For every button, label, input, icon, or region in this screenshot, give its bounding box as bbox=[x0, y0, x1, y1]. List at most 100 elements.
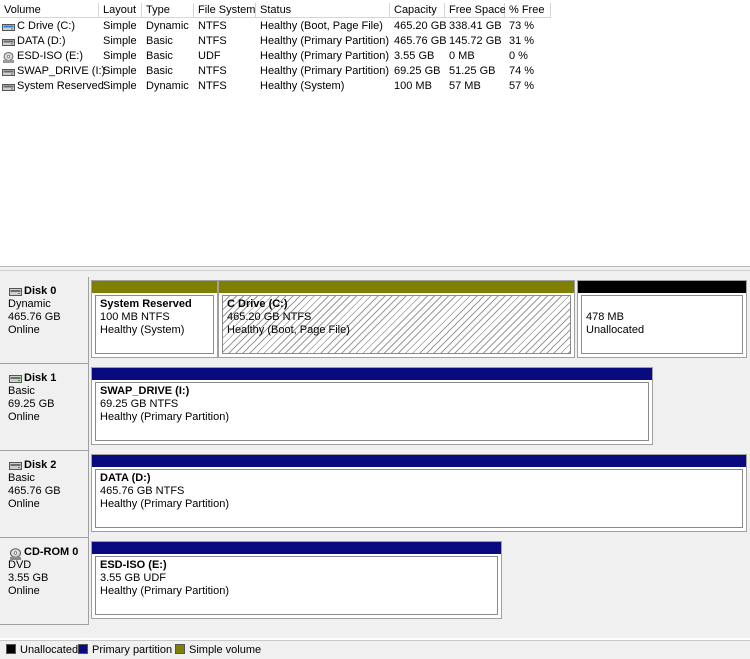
volume-name: ESD-ISO (E:) bbox=[17, 50, 84, 62]
disk-size: 465.76 GB bbox=[8, 485, 61, 497]
disk-state: Online bbox=[8, 324, 40, 336]
partition-status: Unallocated bbox=[586, 324, 645, 336]
column-header-capacity[interactable]: Capacity bbox=[390, 3, 445, 18]
disk-size: 3.55 GB bbox=[8, 572, 49, 584]
volume-list[interactable]: Volume Layout Type File System Status Ca… bbox=[0, 0, 750, 268]
free-space-cell: 0 MB bbox=[449, 50, 475, 62]
partition-volume[interactable]: System Reserved 100 MB NTFS Healthy (Syste… bbox=[91, 280, 218, 358]
percent-free-cell: 31 % bbox=[509, 35, 535, 47]
disk-name: Disk 2 bbox=[8, 459, 88, 472]
disk-row-1: Disk 0 Dynamic 465.76 GB Online System Reser… bbox=[0, 277, 750, 364]
status-cell: Healthy (System) bbox=[260, 80, 345, 92]
partition-status: Healthy (Primary Partition) bbox=[100, 498, 229, 510]
file-system-cell: NTFS bbox=[198, 35, 227, 47]
capacity-cell: 69.25 GB bbox=[394, 65, 441, 77]
disk-name-text: Disk 1 bbox=[24, 372, 57, 384]
free-space-cell: 57 MB bbox=[449, 80, 481, 92]
disk-kind: Dynamic bbox=[8, 298, 51, 310]
column-header-volume[interactable]: Volume bbox=[0, 3, 99, 18]
partition-name bbox=[586, 298, 738, 311]
column-header-percent-free[interactable]: % Free bbox=[505, 3, 551, 18]
legend-label: Unallocated bbox=[20, 644, 79, 656]
layout-cell: Simple bbox=[103, 65, 137, 77]
volume-name: SWAP_DRIVE (I:) bbox=[17, 65, 106, 77]
percent-free-cell: 74 % bbox=[509, 65, 535, 77]
free-space-cell: 338.41 GB bbox=[449, 20, 502, 32]
legend-swatch bbox=[175, 644, 185, 654]
basic-volume-icon bbox=[2, 37, 15, 46]
partition-name: C Drive (C:) bbox=[227, 298, 288, 310]
partition-unallocated[interactable]: 478 MB Unallocated bbox=[577, 280, 747, 358]
column-header-file-system[interactable]: File System bbox=[194, 3, 256, 18]
disk-state: Online bbox=[8, 411, 40, 423]
column-header-status[interactable]: Status bbox=[256, 3, 390, 18]
capacity-cell: 3.55 GB bbox=[394, 50, 435, 62]
disk-icon bbox=[9, 461, 22, 470]
dynamic-volume-icon bbox=[2, 22, 15, 31]
cd-drive-icon bbox=[9, 548, 21, 560]
disk-label[interactable]: Disk 2 Basic 465.76 GB Online bbox=[0, 451, 89, 538]
table-row[interactable]: System Reserved Simple Dynamic NTFS Healthy … bbox=[0, 79, 750, 94]
percent-free-cell: 73 % bbox=[509, 20, 535, 32]
partition-size: 69.25 GB NTFS bbox=[100, 398, 179, 410]
partition-color-bar bbox=[92, 281, 217, 293]
layout-cell: Simple bbox=[103, 50, 137, 62]
type-cell: Basic bbox=[146, 35, 173, 47]
partition-size: 3.55 GB UDF bbox=[100, 572, 167, 584]
column-header-type[interactable]: Type bbox=[142, 3, 194, 18]
partition-volume[interactable]: DATA (D:) 465.76 GB NTFS Healthy (Primary … bbox=[91, 454, 747, 532]
disk-size: 69.25 GB bbox=[8, 398, 55, 410]
partition-status: Healthy (System) bbox=[100, 324, 185, 336]
legend-label: Primary partition bbox=[92, 644, 173, 656]
legend-label: Simple volume bbox=[189, 644, 262, 656]
disk-label[interactable]: Disk 1 Basic 69.25 GB Online bbox=[0, 364, 89, 451]
legend-item: Simple volume bbox=[175, 644, 261, 657]
column-header-free-space[interactable]: Free Space bbox=[445, 3, 506, 18]
disk-kind: Basic bbox=[8, 472, 35, 484]
layout-cell: Simple bbox=[103, 35, 137, 47]
disk-name-text: Disk 0 bbox=[24, 285, 57, 297]
partition-volume[interactable]: C Drive (C:) 465.20 GB NTFS Healthy (Boot,… bbox=[218, 280, 575, 358]
layout-cell: Simple bbox=[103, 80, 137, 92]
disk-state: Online bbox=[8, 498, 40, 510]
partition-name: System Reserved bbox=[100, 298, 192, 310]
partition-size: 465.20 GB NTFS bbox=[227, 311, 312, 323]
disk-name: Disk 1 bbox=[8, 372, 88, 385]
basic-volume-icon bbox=[2, 82, 15, 91]
volume-name: System Reserved bbox=[17, 80, 104, 92]
type-cell: Dynamic bbox=[146, 80, 189, 92]
optical-disc-icon bbox=[2, 52, 15, 63]
partition-name: ESD-ISO (E:) bbox=[100, 559, 167, 571]
disk-size: 465.76 GB bbox=[8, 311, 61, 323]
partition-status: Healthy (Boot, Page File) bbox=[227, 324, 350, 336]
disk-map[interactable]: Disk 0 Dynamic 465.76 GB Online System Reser… bbox=[0, 271, 750, 638]
table-row[interactable]: SWAP_DRIVE (I:) Simple Basic NTFS Healthy (P… bbox=[0, 64, 750, 79]
partition-details: System Reserved 100 MB NTFS Healthy (Syste… bbox=[95, 295, 214, 354]
legend-item: Primary partition bbox=[78, 644, 172, 657]
disk-name-text: CD-ROM 0 bbox=[24, 546, 79, 558]
file-system-cell: NTFS bbox=[198, 20, 227, 32]
layout-cell: Simple bbox=[103, 20, 137, 32]
disk-label[interactable]: Disk 0 Dynamic 465.76 GB Online bbox=[0, 277, 89, 364]
file-system-cell: NTFS bbox=[198, 65, 227, 77]
partition-volume[interactable]: SWAP_DRIVE (I:) 69.25 GB NTFS Healthy (Pri… bbox=[91, 367, 653, 445]
status-cell: Healthy (Primary Partition) bbox=[260, 65, 389, 77]
partition-status: Healthy (Primary Partition) bbox=[100, 585, 229, 597]
partition-color-bar bbox=[92, 368, 652, 380]
volume-name: C Drive (C:) bbox=[17, 20, 76, 32]
table-row[interactable]: C Drive (C:) Simple Dynamic NTFS Healthy (Bo… bbox=[0, 19, 750, 34]
basic-volume-icon bbox=[2, 67, 15, 76]
partition-volume[interactable]: ESD-ISO (E:) 3.55 GB UDF Healthy (Primary … bbox=[91, 541, 502, 619]
status-cell: Healthy (Primary Partition) bbox=[260, 35, 389, 47]
partition-details: C Drive (C:) 465.20 GB NTFS Healthy (Boot,… bbox=[222, 295, 571, 354]
volume-list-header: Volume Layout Type File System Status Ca… bbox=[0, 3, 750, 19]
disk-row-4: CD-ROM 0 DVD 3.55 GB Online ESD-ISO (E:) 3.55… bbox=[0, 538, 750, 625]
disk-icon bbox=[9, 287, 22, 296]
partition-size: 465.76 GB NTFS bbox=[100, 485, 185, 497]
type-cell: Basic bbox=[146, 65, 173, 77]
disk-label[interactable]: CD-ROM 0 DVD 3.55 GB Online bbox=[0, 538, 89, 625]
disk-icon bbox=[9, 374, 22, 383]
column-header-layout[interactable]: Layout bbox=[99, 3, 142, 18]
table-row[interactable]: DATA (D:) Simple Basic NTFS Healthy (Primary… bbox=[0, 34, 750, 49]
table-row[interactable]: ESD-ISO (E:) Simple Basic UDF Healthy (Prima… bbox=[0, 49, 750, 64]
